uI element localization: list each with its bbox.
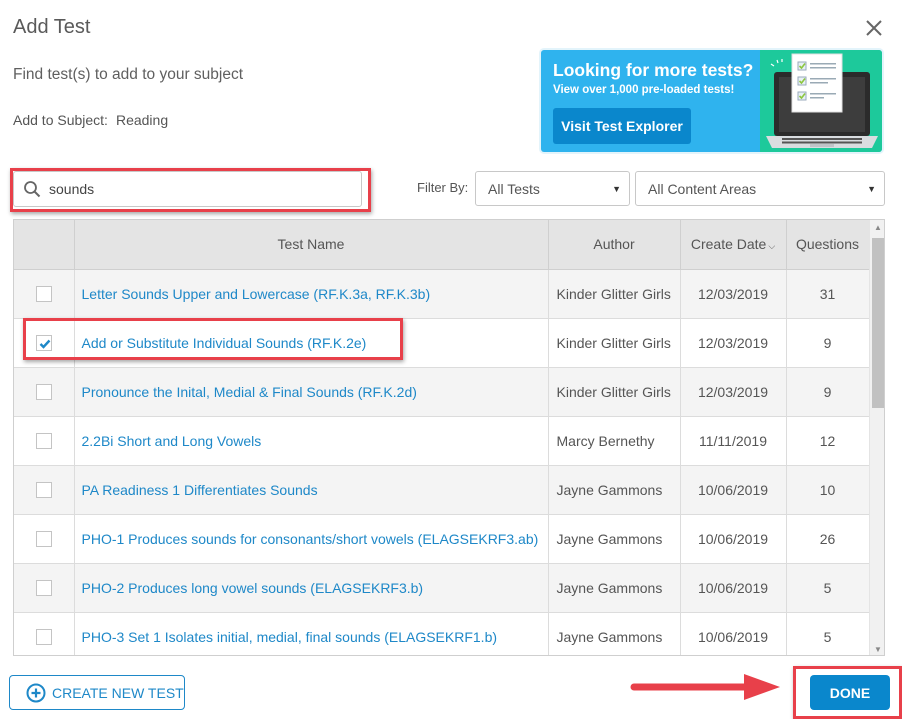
col-header-author[interactable]: Author: [548, 220, 681, 270]
author-cell: Jayne Gammons: [548, 465, 681, 515]
create-date-cell: 12/03/2019: [680, 318, 787, 368]
row-checkbox[interactable]: [35, 335, 52, 352]
row-checkbox[interactable]: [35, 531, 52, 548]
author-cell: Marcy Bernethy: [548, 416, 681, 466]
dropdown-arrow-icon: ▼: [612, 184, 621, 194]
table-row[interactable]: Pronounce the Inital, Medial & Final Sou…: [14, 367, 870, 417]
create-new-test-button[interactable]: CREATE NEW TEST: [9, 675, 185, 710]
content-area-select[interactable]: All Content Areas ▼: [635, 171, 885, 206]
row-select-cell: [14, 465, 75, 515]
subject-value: Reading: [115, 112, 169, 128]
author-cell: Jayne Gammons: [548, 514, 681, 564]
create-date-label: Create Date: [690, 236, 767, 253]
table-row[interactable]: PHO-1 Produces sounds for consonants/sho…: [14, 514, 870, 564]
author-cell: Kinder Glitter Girls: [548, 367, 681, 417]
col-header-questions[interactable]: Questions: [786, 220, 870, 270]
row-checkbox[interactable]: [35, 482, 52, 499]
dialog-subtitle: Find test(s) to add to your subject: [13, 66, 244, 83]
test-name-link[interactable]: 2.2Bi Short and Long Vowels: [74, 416, 549, 466]
test-name-link[interactable]: PHO-1 Produces sounds for consonants/sho…: [74, 514, 549, 564]
questions-cell: 9: [786, 367, 870, 417]
close-icon: [866, 20, 882, 36]
row-select-cell: [14, 318, 75, 368]
author-cell: Jayne Gammons: [548, 612, 681, 655]
row-checkbox[interactable]: [35, 384, 52, 401]
create-new-test-label: CREATE NEW TEST: [52, 684, 184, 701]
laptop-checklist-illustration: [760, 50, 882, 152]
dialog-title: Add Test: [13, 16, 91, 38]
col-header-test-name[interactable]: Test Name: [74, 220, 549, 270]
author-cell: Kinder Glitter Girls: [548, 269, 681, 319]
search-field[interactable]: [13, 171, 362, 207]
table-scrollbar[interactable]: ▲ ▼: [869, 220, 884, 655]
questions-cell: 12: [786, 416, 870, 466]
arrow-annotation-icon: [630, 674, 780, 700]
create-date-cell: 10/06/2019: [680, 514, 787, 564]
create-date-cell: 12/03/2019: [680, 367, 787, 417]
banner-heading: Looking for more tests?: [553, 60, 754, 80]
content-area-value: All Content Areas: [648, 180, 757, 197]
table-row[interactable]: PHO-3 Set 1 Isolates initial, medial, fi…: [14, 612, 870, 655]
questions-cell: 10: [786, 465, 870, 515]
test-name-link[interactable]: PHO-2 Produces long vowel sounds (ELAGSE…: [74, 563, 549, 613]
test-name-link[interactable]: Letter Sounds Upper and Lowercase (RF.K.…: [74, 269, 549, 319]
scrollbar-thumb[interactable]: [872, 238, 884, 408]
row-checkbox[interactable]: [35, 286, 52, 303]
col-header-select: [14, 220, 75, 270]
table-row[interactable]: Letter Sounds Upper and Lowercase (RF.K.…: [14, 269, 870, 319]
row-select-cell: [14, 367, 75, 417]
checkmark-icon: [39, 339, 51, 349]
row-select-cell: [14, 416, 75, 466]
test-explorer-banner: Looking for more tests? View over 1,000 …: [541, 50, 882, 152]
row-select-cell: [14, 514, 75, 564]
done-button[interactable]: DONE: [810, 675, 890, 710]
table-row[interactable]: PA Readiness 1 Differentiates Sounds Jayn…: [14, 465, 870, 515]
table-header: Test Name Author Create Date ⌵ Questions: [14, 220, 870, 270]
row-select-cell: [14, 563, 75, 613]
search-input[interactable]: [47, 180, 347, 198]
test-name-link[interactable]: PHO-3 Set 1 Isolates initial, medial, fi…: [74, 612, 549, 655]
create-date-cell: 10/06/2019: [680, 465, 787, 515]
banner-subheading: View over 1,000 pre-loaded tests!: [553, 84, 735, 96]
questions-cell: 5: [786, 563, 870, 613]
author-cell: Jayne Gammons: [548, 563, 681, 613]
filter-by-label: Filter By:: [417, 180, 469, 195]
create-date-cell: 10/06/2019: [680, 612, 787, 655]
search-icon: [24, 181, 41, 198]
table-row[interactable]: Add or Substitute Individual Sounds (RF.…: [14, 318, 870, 368]
visit-test-explorer-button[interactable]: Visit Test Explorer: [553, 108, 691, 144]
create-date-cell: 10/06/2019: [680, 563, 787, 613]
questions-cell: 5: [786, 612, 870, 655]
table-row[interactable]: PHO-2 Produces long vowel sounds (ELAGSE…: [14, 563, 870, 613]
tests-table: Test Name Author Create Date ⌵ Questions …: [13, 219, 885, 656]
test-type-value: All Tests: [488, 180, 540, 197]
row-checkbox[interactable]: [35, 433, 52, 450]
row-checkbox[interactable]: [35, 580, 52, 597]
author-cell: Kinder Glitter Girls: [548, 318, 681, 368]
create-date-cell: 11/11/2019: [680, 416, 787, 466]
col-header-create-date[interactable]: Create Date ⌵: [680, 220, 787, 270]
questions-cell: 31: [786, 269, 870, 319]
subject-info: Add to Subject: Reading: [13, 112, 168, 128]
close-button[interactable]: [864, 18, 884, 38]
questions-cell: 9: [786, 318, 870, 368]
row-select-cell: [14, 269, 75, 319]
scroll-down-icon[interactable]: ▼: [874, 645, 882, 654]
sort-descending-icon: ⌵: [768, 241, 776, 252]
test-name-link[interactable]: PA Readiness 1 Differentiates Sounds: [74, 465, 549, 515]
test-name-link[interactable]: Pronounce the Inital, Medial & Final Sou…: [74, 367, 549, 417]
test-type-select[interactable]: All Tests ▼: [475, 171, 630, 206]
subject-label: Add to Subject:: [13, 112, 108, 128]
row-select-cell: [14, 612, 75, 655]
create-date-cell: 12/03/2019: [680, 269, 787, 319]
test-name-link[interactable]: Add or Substitute Individual Sounds (RF.…: [74, 318, 549, 368]
questions-cell: 26: [786, 514, 870, 564]
dropdown-arrow-icon: ▼: [867, 184, 876, 194]
laptop-icon: [766, 53, 878, 148]
row-checkbox[interactable]: [35, 629, 52, 646]
scroll-up-icon[interactable]: ▲: [874, 223, 882, 232]
table-row[interactable]: 2.2Bi Short and Long Vowels Marcy Berneth…: [14, 416, 870, 466]
plus-circle-icon: [26, 683, 46, 702]
